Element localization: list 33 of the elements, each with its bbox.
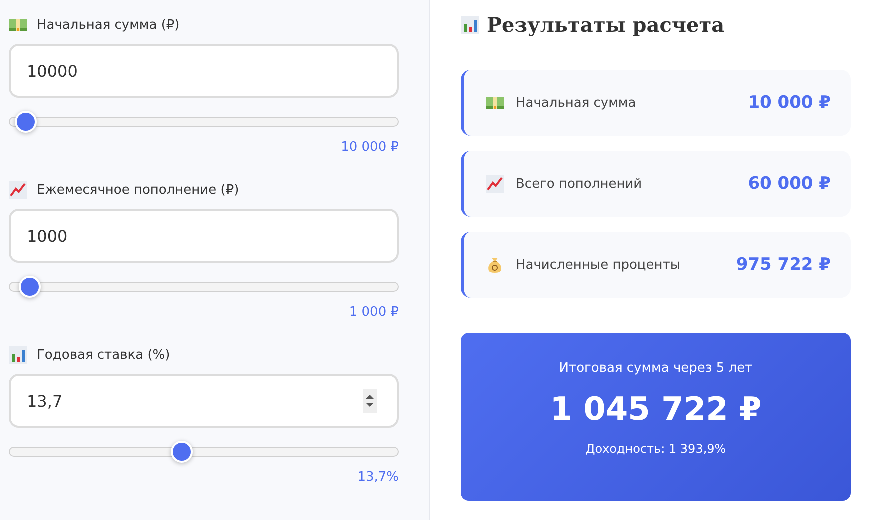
result-label: Начальная сумма <box>516 96 638 110</box>
slider[interactable] <box>9 441 399 463</box>
field-label: Ежемесячное пополнение (₽) <box>37 182 240 198</box>
banknote-icon <box>486 94 504 112</box>
money-bag-icon <box>486 256 504 274</box>
total-caption: Итоговая сумма через 5 лет <box>559 361 753 376</box>
field-label: Годовая ставка (%) <box>37 348 170 362</box>
result-label: Всего пополнений <box>516 176 644 192</box>
slider-value: 13,7% <box>358 470 399 485</box>
result-value: 10 000 ₽ <box>748 93 831 113</box>
total-amount: 1 045 722 ₽ <box>550 390 762 428</box>
banknote-icon <box>9 16 27 34</box>
slider-value: 10 000 ₽ <box>341 140 399 155</box>
results-title: Результаты расчета <box>487 13 725 37</box>
slider-thumb[interactable] <box>15 111 38 133</box>
slider-thumb[interactable] <box>19 276 42 298</box>
slider[interactable] <box>9 276 399 298</box>
slider-value: 1 000 ₽ <box>349 305 399 320</box>
chart-increasing-icon <box>486 175 504 193</box>
spinner-icon[interactable] <box>363 389 377 413</box>
result-label: Начисленные проценты <box>516 258 682 272</box>
bar-chart-icon <box>461 16 479 34</box>
result-value: 60 000 ₽ <box>748 174 831 194</box>
bar-chart-icon <box>9 346 27 364</box>
yield-text: Доходность: 1 393,9% <box>586 442 726 456</box>
input-field[interactable]: 1000 <box>9 209 399 263</box>
input-field[interactable]: 10000 <box>9 44 399 98</box>
chart-increasing-icon <box>9 181 27 199</box>
field-label: Начальная сумма (₽) <box>37 18 180 32</box>
slider[interactable] <box>9 111 399 133</box>
input-field[interactable]: 13,7 <box>9 374 399 428</box>
slider-thumb[interactable] <box>170 441 193 463</box>
result-value: 975 722 ₽ <box>736 255 831 275</box>
